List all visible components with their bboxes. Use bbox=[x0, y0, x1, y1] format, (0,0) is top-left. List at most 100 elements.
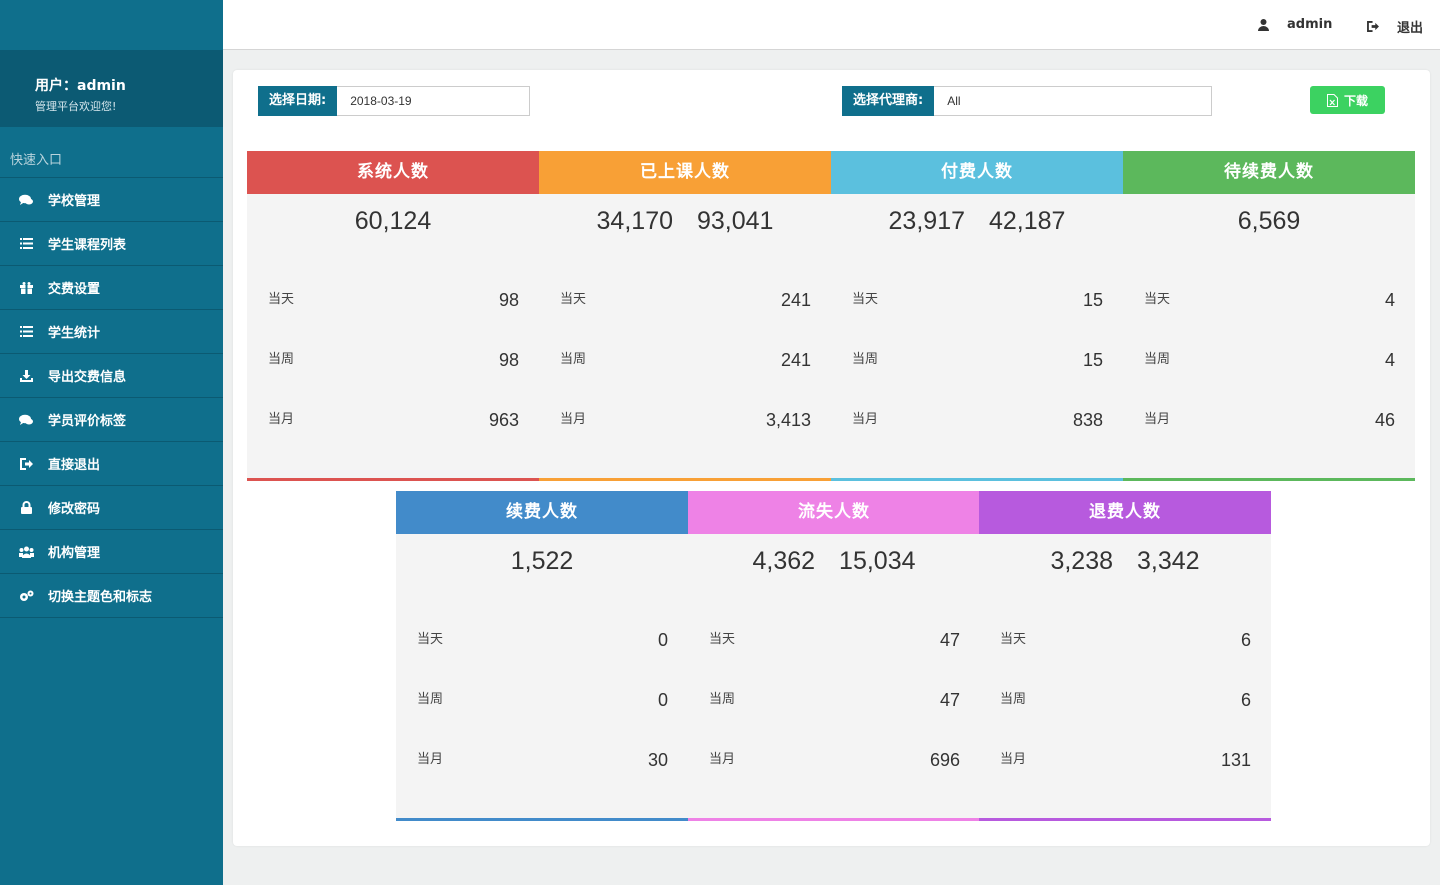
card-title: 续费人数 bbox=[396, 491, 688, 534]
sidebar-item-label: 导出交费信息 bbox=[48, 370, 127, 385]
card-title: 付费人数 bbox=[831, 151, 1123, 194]
card-row-month: 当月 963 bbox=[268, 408, 519, 432]
sidebar-item-school-management[interactable]: 学校管理 bbox=[0, 178, 223, 222]
card-row-month: 当月 30 bbox=[417, 748, 668, 772]
row-value: 15 bbox=[1082, 290, 1103, 310]
card-main-value: 93,041 bbox=[697, 207, 774, 235]
card-row-month: 当月 838 bbox=[852, 408, 1103, 432]
sign-out-icon bbox=[18, 456, 34, 472]
card-main-values: 23,917 42,187 bbox=[831, 207, 1123, 236]
row-label: 当月 bbox=[1000, 752, 1027, 767]
sidebar-item-student-course-list[interactable]: 学生课程列表 bbox=[0, 222, 223, 266]
card-main-values: 1,522 bbox=[396, 547, 688, 576]
sidebar-item-fee-settings[interactable]: 交费设置 bbox=[0, 266, 223, 310]
date-input[interactable]: 2018-03-19 bbox=[337, 86, 531, 116]
comments-icon bbox=[18, 192, 34, 208]
paid-count-card: 付费人数 23,917 42,187 当天 15 当周 15 当月 838 bbox=[831, 151, 1123, 481]
card-main-values: 3,238 3,342 bbox=[979, 547, 1271, 576]
row-value: 30 bbox=[647, 750, 668, 770]
card-row-month: 当月 696 bbox=[709, 748, 960, 772]
row-value: 46 bbox=[1374, 410, 1395, 430]
card-row-day: 当天 47 bbox=[709, 628, 960, 652]
row-label: 当月 bbox=[417, 752, 444, 767]
sidebar-item-direct-logout[interactable]: 直接退出 bbox=[0, 442, 223, 486]
card-row-day: 当天 0 bbox=[417, 628, 668, 652]
top-header: admin 退出 bbox=[223, 0, 1440, 50]
row-label: 当天 bbox=[268, 292, 295, 307]
sidebar-item-change-password[interactable]: 修改密码 bbox=[0, 486, 223, 530]
row-label: 当月 bbox=[268, 412, 295, 427]
card-main-value: 42,187 bbox=[989, 207, 1066, 235]
row-value: 15 bbox=[1082, 350, 1103, 370]
row-value: 0 bbox=[657, 630, 668, 650]
agent-select[interactable]: All bbox=[934, 86, 1213, 116]
row-label: 当天 bbox=[417, 632, 444, 647]
header-user[interactable]: admin bbox=[1258, 17, 1332, 32]
card-accent-bar bbox=[1123, 478, 1415, 481]
card-row-week: 当周 15 bbox=[852, 348, 1103, 372]
welcome-text: 管理平台欢迎您! bbox=[35, 100, 117, 113]
card-row-day: 当天 6 bbox=[1000, 628, 1251, 652]
header-logout-label: 退出 bbox=[1397, 21, 1424, 36]
card-main-values: 6,569 bbox=[1123, 207, 1415, 236]
row-label: 当天 bbox=[560, 292, 587, 307]
card-main-value: 3,238 bbox=[1050, 547, 1113, 575]
row-label: 当周 bbox=[1000, 692, 1027, 707]
sidebar-item-evaluation-tags[interactable]: 学员评价标签 bbox=[0, 398, 223, 442]
card-main-value: 15,034 bbox=[839, 547, 916, 575]
lock-icon bbox=[18, 500, 34, 516]
sidebar-item-student-statistics[interactable]: 学生统计 bbox=[0, 310, 223, 354]
card-row-week: 当周 47 bbox=[709, 688, 960, 712]
row-label: 当周 bbox=[1144, 352, 1171, 367]
row-label: 当月 bbox=[1144, 412, 1171, 427]
card-main-value: 1,522 bbox=[510, 547, 574, 575]
card-main-value: 3,342 bbox=[1137, 547, 1200, 575]
row-value: 98 bbox=[498, 350, 519, 370]
sidebar-item-export-fee-info[interactable]: 导出交费信息 bbox=[0, 354, 223, 398]
card-main-value: 60,124 bbox=[354, 207, 432, 235]
download-button[interactable]: 下载 bbox=[1310, 86, 1385, 114]
card-accent-bar bbox=[688, 818, 980, 821]
system-count-card: 系统人数 60,124 当天 98 当周 98 当月 963 bbox=[247, 151, 539, 481]
user-icon bbox=[1258, 18, 1269, 31]
card-main-values: 34,170 93,041 bbox=[539, 207, 831, 236]
row-label: 当天 bbox=[1144, 292, 1171, 307]
agent-filter: 选择代理商: All bbox=[842, 86, 1213, 116]
header-logout-button[interactable]: 退出 bbox=[1367, 17, 1423, 36]
card-main-values: 60,124 bbox=[247, 207, 539, 236]
card-row-week: 当周 4 bbox=[1144, 348, 1395, 372]
download-label: 下载 bbox=[1343, 93, 1368, 108]
row-label: 当天 bbox=[852, 292, 879, 307]
list-icon bbox=[18, 324, 34, 340]
card-accent-bar bbox=[831, 478, 1123, 481]
card-title: 流失人数 bbox=[688, 491, 980, 534]
card-main-value: 34,170 bbox=[596, 207, 673, 235]
row-value: 47 bbox=[939, 690, 960, 710]
row-value: 838 bbox=[1072, 410, 1103, 430]
row-label: 当周 bbox=[709, 692, 736, 707]
card-row-day: 当天 241 bbox=[560, 288, 811, 312]
card-main-value: 6,569 bbox=[1237, 207, 1301, 235]
pending-renewal-card: 待续费人数 6,569 当天 4 当周 4 当月 46 bbox=[1123, 151, 1415, 481]
row-label: 当天 bbox=[709, 632, 736, 647]
sidebar-item-label: 学生课程列表 bbox=[48, 238, 127, 253]
card-row-month: 当月 46 bbox=[1144, 408, 1395, 432]
gift-icon bbox=[18, 280, 34, 296]
card-main-value: 4,362 bbox=[752, 547, 816, 575]
sidebar-item-label: 直接退出 bbox=[48, 458, 101, 473]
sidebar-item-label: 学校管理 bbox=[48, 194, 101, 209]
list-icon bbox=[18, 236, 34, 252]
sidebar-item-label: 切换主题色和标志 bbox=[48, 590, 153, 605]
sidebar-item-switch-theme[interactable]: 切换主题色和标志 bbox=[0, 574, 223, 618]
sidebar-item-organization-management[interactable]: 机构管理 bbox=[0, 530, 223, 574]
sidebar-item-label: 交费设置 bbox=[48, 282, 101, 297]
card-row-week: 当周 0 bbox=[417, 688, 668, 712]
group-icon bbox=[18, 544, 34, 560]
card-row-month: 当月 131 bbox=[1000, 748, 1251, 772]
date-filter-label: 选择日期: bbox=[258, 86, 338, 116]
card-row-day: 当天 15 bbox=[852, 288, 1103, 312]
row-label: 当天 bbox=[1000, 632, 1027, 647]
card-row-day: 当天 98 bbox=[268, 288, 519, 312]
attended-count-card: 已上课人数 34,170 93,041 当天 241 当周 241 当月 3,413 bbox=[539, 151, 831, 481]
row-value: 47 bbox=[939, 630, 960, 650]
